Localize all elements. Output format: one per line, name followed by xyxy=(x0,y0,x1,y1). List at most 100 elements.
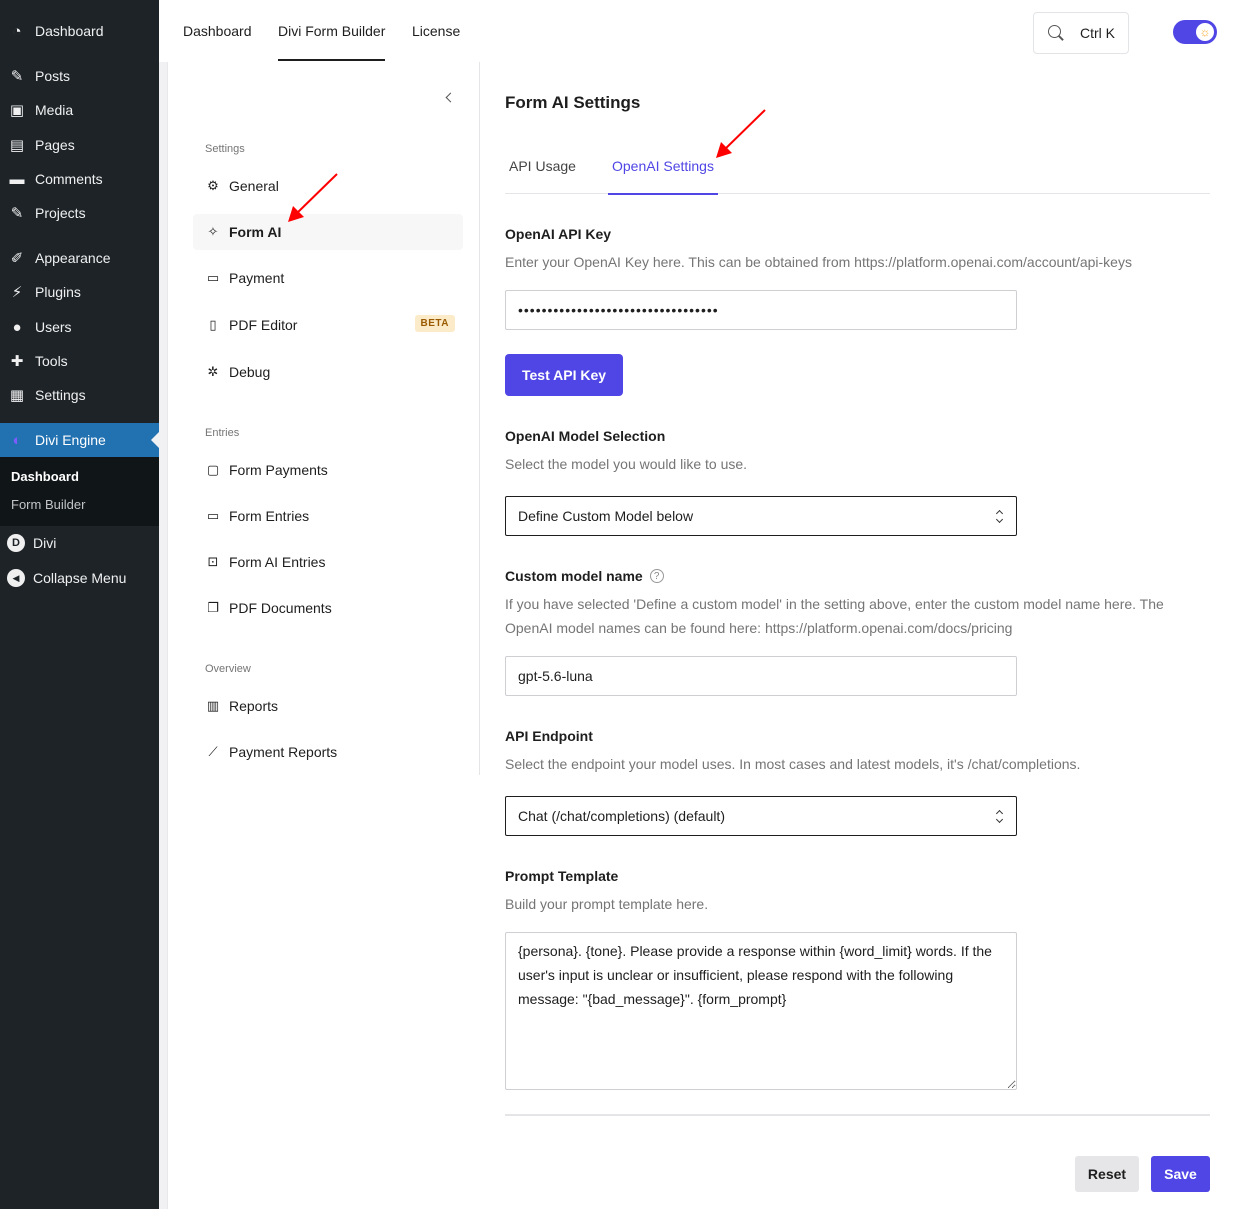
model-selection-label: OpenAI Model Selection xyxy=(505,428,666,444)
wp-menu-label: Divi xyxy=(33,535,57,551)
wp-admin-sidebar: ◔ Dashboard ✎ Posts ▣ Media ▤ Pages ▬ Comment… xyxy=(0,0,159,1209)
api-endpoint-description: Select the endpoint your model uses. In … xyxy=(505,756,1081,772)
nav-item-form-ai[interactable]: ✧ Form AI xyxy=(193,214,463,250)
wp-menu-label: Settings xyxy=(35,387,86,403)
divi-icon: D xyxy=(7,534,25,552)
command-search-button[interactable]: Ctrl K xyxy=(1033,12,1129,54)
divi-engine-icon: ◐ xyxy=(12,431,22,449)
nav-section-settings: Settings xyxy=(205,143,245,155)
wp-menu-label: Posts xyxy=(35,68,71,84)
settings-nav: Settings ⚙ General ✧ Form AI ▭ Payment ▯ PDF… xyxy=(168,62,480,775)
wp-menu-tools[interactable]: ✚ Tools xyxy=(0,344,159,378)
wp-submenu-dashboard[interactable]: Dashboard xyxy=(11,469,79,484)
chevron-left-icon[interactable] xyxy=(444,90,456,104)
tab-openai-settings[interactable]: OpenAI Settings xyxy=(608,158,718,195)
sun-icon: ☼ xyxy=(1196,23,1214,41)
nav-item-general[interactable]: ⚙ General xyxy=(193,168,463,204)
nav-item-label: Payment xyxy=(229,270,285,286)
pin-icon: ✎ xyxy=(10,68,24,85)
pages-icon: ▤ xyxy=(9,137,25,154)
brush-icon: ✐ xyxy=(10,250,24,267)
wallet-icon: ▢ xyxy=(206,462,220,477)
theme-toggle[interactable]: ☼ xyxy=(1173,20,1217,44)
model-selection-description: Select the model you would like to use. xyxy=(505,456,748,472)
nav-item-label: Reports xyxy=(229,698,279,714)
help-icon[interactable]: ? xyxy=(649,569,664,583)
top-tab-divi-form-builder[interactable]: Divi Form Builder xyxy=(278,0,386,62)
sliders-icon: ▦ xyxy=(9,387,25,404)
wp-menu-divi[interactable]: D Divi xyxy=(0,526,159,560)
wp-submenu-form-builder[interactable]: Form Builder xyxy=(11,497,85,512)
search-shortcut: Ctrl K xyxy=(1080,25,1115,41)
nav-item-form-payments[interactable]: ▢ Form Payments xyxy=(193,452,463,488)
plug-icon: ⚡ xyxy=(11,284,23,301)
custom-model-label-text: Custom model name xyxy=(505,568,643,584)
nav-item-reports[interactable]: ▥ Reports xyxy=(193,688,463,724)
tab-api-usage[interactable]: API Usage xyxy=(505,158,580,194)
sparkle-icon: ✧ xyxy=(207,224,219,239)
nav-item-label: General xyxy=(229,178,279,194)
test-api-key-button[interactable]: Test API Key xyxy=(505,354,624,396)
reset-button[interactable]: Reset xyxy=(1075,1156,1139,1192)
api-endpoint-select[interactable]: Chat (/chat/completions) (default) xyxy=(505,796,1017,836)
wp-menu-collapse[interactable]: ◀ Collapse Menu xyxy=(0,561,159,595)
gear-icon: ⚙ xyxy=(207,178,219,193)
settings-panel: Settings ⚙ General ✧ Form AI ▭ Payment ▯ PDF… xyxy=(167,62,1234,1209)
nav-item-payment[interactable]: ▭ Payment xyxy=(193,260,463,296)
wp-menu-label: Projects xyxy=(35,205,86,221)
wp-menu-media[interactable]: ▣ Media xyxy=(0,93,159,127)
wp-menu-label: Media xyxy=(35,102,74,118)
pin-icon: ✎ xyxy=(10,205,24,222)
wp-menu-label: Pages xyxy=(35,137,75,153)
nav-item-label: Form Payments xyxy=(229,462,328,478)
bar-chart-icon: ▥ xyxy=(206,698,220,713)
wp-menu-label: Collapse Menu xyxy=(33,570,127,586)
prompt-template-textarea[interactable]: {persona}. {tone}. Please provide a resp… xyxy=(505,932,1017,1090)
custom-model-input[interactable] xyxy=(505,656,1017,696)
footer-divider xyxy=(505,1114,1210,1116)
nav-item-label: Debug xyxy=(229,364,271,380)
nav-item-form-ai-entries[interactable]: ⊡ Form AI Entries xyxy=(193,544,463,580)
wp-menu-comments[interactable]: ▬ Comments xyxy=(0,162,159,196)
wp-menu-plugins[interactable]: ⚡ Plugins xyxy=(0,275,159,309)
nav-item-payment-reports[interactable]: ⟋ Payment Reports xyxy=(193,734,463,770)
wp-menu-posts[interactable]: ✎ Posts xyxy=(0,59,159,93)
nav-item-label: Form AI xyxy=(229,224,282,240)
wp-menu-projects[interactable]: ✎ Projects xyxy=(0,196,159,230)
plugin-topbar: Dashboard Divi Form Builder License Ctrl… xyxy=(159,0,1234,62)
nav-item-label: Payment Reports xyxy=(229,744,338,760)
nav-item-pdf-documents[interactable]: ❐ PDF Documents xyxy=(193,590,463,626)
save-button[interactable]: Save xyxy=(1151,1156,1210,1192)
collapse-icon: ◀ xyxy=(7,569,25,587)
wp-menu-label: Tools xyxy=(35,353,68,369)
chevron-updown-icon xyxy=(996,809,1004,825)
nav-item-debug[interactable]: ✲ Debug xyxy=(193,354,463,390)
wp-menu-pages[interactable]: ▤ Pages xyxy=(0,128,159,162)
prompt-template-description: Build your prompt template here. xyxy=(505,896,709,912)
wp-menu-dashboard[interactable]: ◔ Dashboard xyxy=(0,14,159,48)
wp-menu-appearance[interactable]: ✐ Appearance xyxy=(0,241,159,275)
api-endpoint-label: API Endpoint xyxy=(505,728,593,744)
wp-menu-settings[interactable]: ▦ Settings xyxy=(0,378,159,412)
wp-menu-divi-engine[interactable]: ◐ Divi Engine xyxy=(0,423,159,457)
page-title: Form AI Settings xyxy=(505,93,641,112)
top-tab-license[interactable]: License xyxy=(412,0,460,62)
custom-model-label: Custom model name ? xyxy=(505,568,664,584)
model-select[interactable]: Define Custom Model below xyxy=(505,496,1017,536)
nav-item-label: Form AI Entries xyxy=(229,554,326,570)
model-select-value: Define Custom Model below xyxy=(518,508,694,524)
bot-icon: ⊡ xyxy=(207,554,219,569)
wp-menu-label: Comments xyxy=(35,171,103,187)
prompt-template-label: Prompt Template xyxy=(505,868,619,884)
wp-menu-label: Plugins xyxy=(35,284,81,300)
wrench-icon: ✚ xyxy=(10,353,24,370)
file-edit-icon: ▯ xyxy=(209,317,217,332)
api-key-input[interactable] xyxy=(505,290,1017,330)
wp-menu-users[interactable]: ● Users xyxy=(0,310,159,344)
top-tab-dashboard[interactable]: Dashboard xyxy=(183,0,252,62)
files-icon: ❐ xyxy=(207,600,219,615)
chevron-updown-icon xyxy=(996,509,1004,525)
nav-item-form-entries[interactable]: ▭ Form Entries xyxy=(193,498,463,534)
nav-item-pdf-editor[interactable]: ▯ PDF Editor BETA xyxy=(193,307,463,343)
wp-menu-label: Users xyxy=(35,319,72,335)
